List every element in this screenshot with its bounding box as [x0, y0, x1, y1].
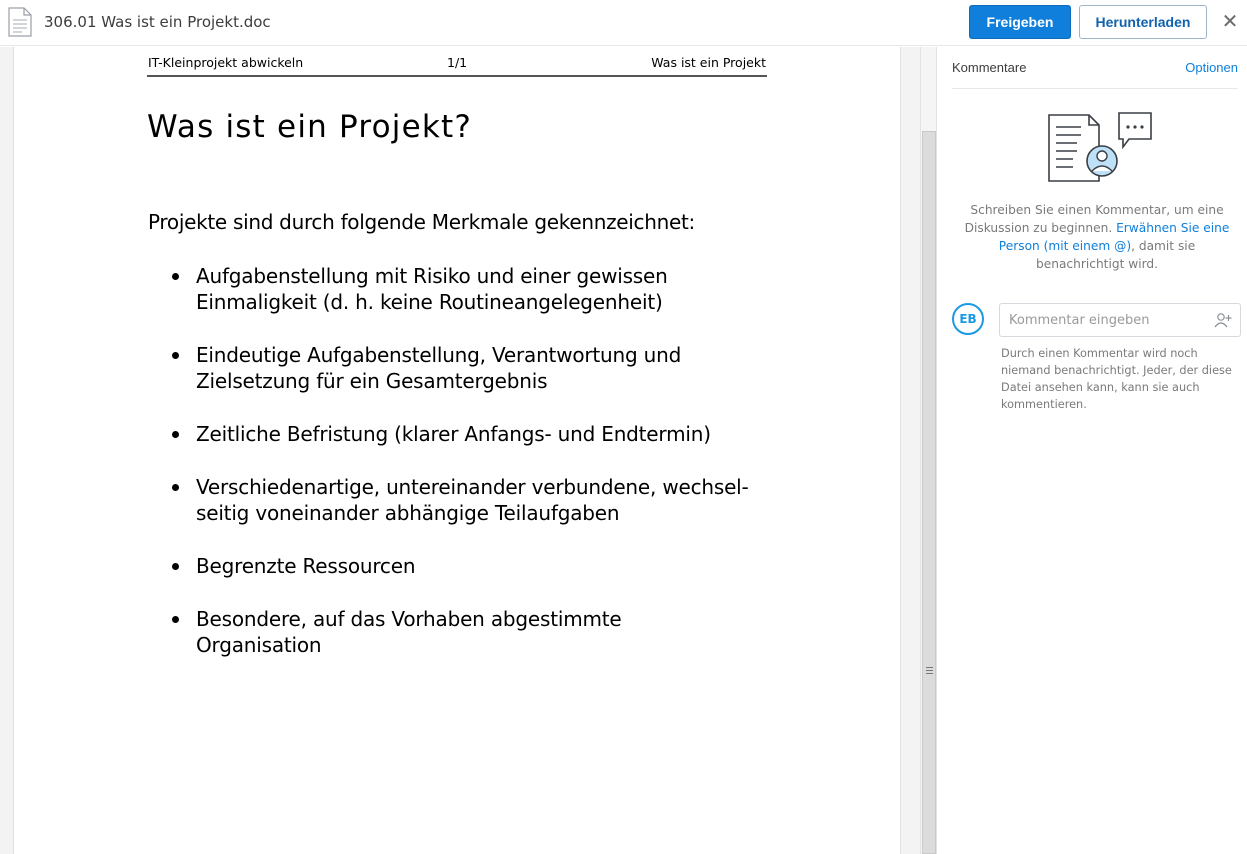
comment-hint: Durch einen Kommentar wird noch niemand …	[1001, 347, 1232, 411]
bullet-icon	[172, 484, 179, 491]
document-title: Was ist ein Projekt?	[147, 109, 473, 145]
comment-illustration-icon	[1048, 112, 1152, 182]
share-button[interactable]: Freigeben	[969, 5, 1071, 39]
list-item-line: Besondere, auf das Vorhaben abgestimmte	[196, 607, 622, 631]
document-icon	[8, 7, 32, 37]
avatar: EB	[952, 303, 984, 335]
top-bar: 306.01 Was ist ein Projekt.doc Freigeben…	[0, 0, 1247, 46]
list-item-line: Verschiedenartige, untereinander verbund…	[196, 475, 749, 499]
list-item-line: Begrenzte Ressourcen	[196, 554, 416, 578]
list-item-line: Einmaligkeit (d. h. keine Routineangeleg…	[196, 290, 663, 314]
comment-input[interactable]	[1000, 304, 1200, 336]
header-page-number: 1/1	[447, 55, 468, 70]
page-header: IT-Kleinprojekt abwickeln 1/1 Was ist ei…	[147, 53, 767, 77]
list-item-line: Zielsetzung für ein Gesamtergebnis	[196, 369, 548, 393]
bullet-icon	[172, 616, 179, 623]
list-item: Begrenzte Ressourcen	[170, 553, 750, 579]
scrollbar-thumb[interactable]	[922, 131, 936, 854]
bullet-icon	[172, 431, 179, 438]
empty-state-text: Schreiben Sie einen Kommentar, um eine D…	[962, 201, 1232, 273]
close-icon[interactable]: ✕	[1219, 10, 1241, 34]
add-person-icon[interactable]	[1214, 312, 1232, 328]
list-item: Verschiedenartige, untereinander verbund…	[170, 474, 750, 526]
list-item-line: Zeitliche Befristung (klarer Anfangs- un…	[196, 422, 711, 446]
vertical-scrollbar[interactable]	[920, 47, 937, 854]
list-item: Zeitliche Befristung (klarer Anfangs- un…	[170, 421, 750, 447]
list-item-line: Eindeutige Aufgabenstellung, Verantwortu…	[196, 343, 682, 367]
header-right-text: Was ist ein Projekt	[651, 55, 766, 70]
grip-icon	[926, 667, 933, 674]
bullet-list: Aufgabenstellung mit Risiko und einer ge…	[170, 263, 750, 685]
header-left-text: IT-Kleinprojekt abwickeln	[148, 55, 304, 70]
list-item-line: seitig voneinander abhängige Teilaufgabe…	[196, 501, 620, 525]
list-item-line: Aufgabenstellung mit Risiko und einer ge…	[196, 264, 668, 288]
bullet-icon	[172, 273, 179, 280]
comment-input-box[interactable]	[999, 303, 1241, 337]
bullet-icon	[172, 352, 179, 359]
right-gutter	[900, 47, 920, 854]
file-name: 306.01 Was ist ein Projekt.doc	[44, 13, 271, 31]
divider	[952, 88, 1238, 89]
document-intro: Projekte sind durch folgende Merkmale ge…	[148, 210, 695, 234]
document-viewer[interactable]: IT-Kleinprojekt abwickeln 1/1 Was ist ei…	[0, 47, 920, 854]
comments-panel: Kommentare Optionen Schreiben Sie einen …	[937, 47, 1247, 854]
left-gutter	[0, 47, 14, 854]
list-item: Aufgabenstellung mit Risiko und einer ge…	[170, 263, 750, 315]
list-item: Eindeutige Aufgabenstellung, Verantwortu…	[170, 342, 750, 394]
bullet-icon	[172, 563, 179, 570]
list-item: Besondere, auf das Vorhaben abgestimmte O…	[170, 606, 750, 658]
download-button[interactable]: Herunterladen	[1079, 5, 1207, 39]
panel-title: Kommentare	[952, 60, 1027, 75]
options-link[interactable]: Optionen	[1185, 60, 1238, 75]
list-item-line: Organisation	[196, 633, 322, 657]
